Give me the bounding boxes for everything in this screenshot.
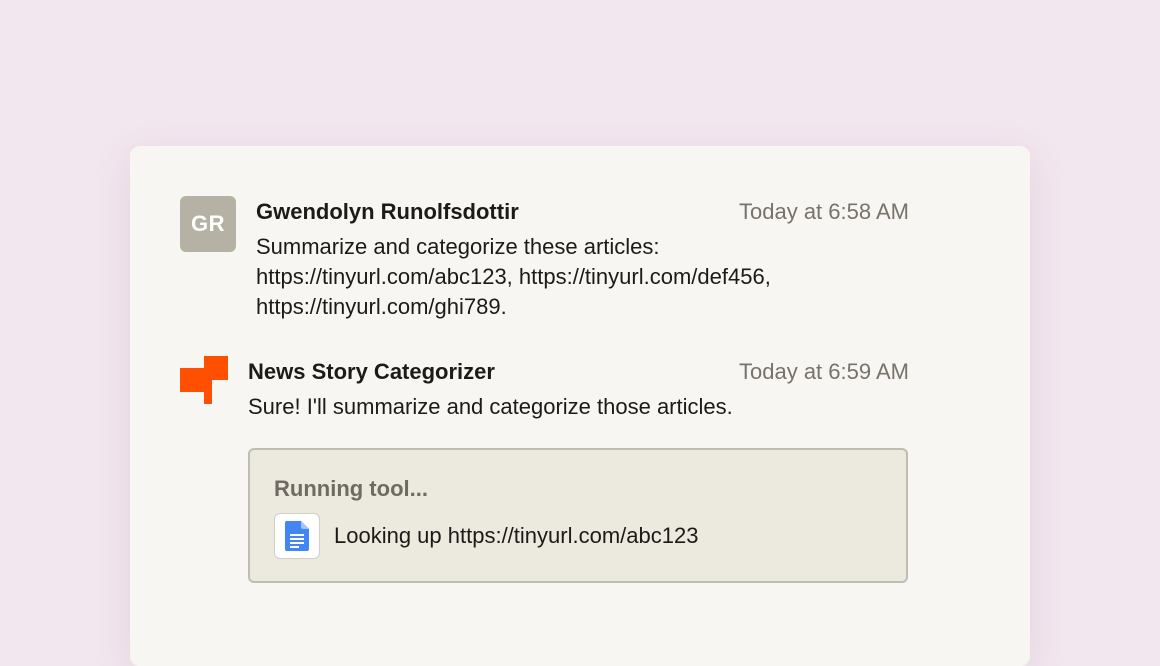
tool-action-row: Looking up https://tinyurl.com/abc123 bbox=[274, 512, 698, 560]
user-message-text: Summarize and categorize these articles:… bbox=[256, 234, 771, 319]
bot-message-header: News Story Categorizer Today at 6:59 AM bbox=[248, 356, 909, 388]
tool-status-title: Running tool... bbox=[274, 476, 428, 501]
chat-card: GR Gwendolyn Runolfsdottir Today at 6:58… bbox=[130, 146, 1030, 666]
user-message-time: Today at 6:58 AM bbox=[739, 199, 909, 224]
bot-message-time: Today at 6:59 AM bbox=[739, 359, 909, 384]
tool-action-text: Looking up https://tinyurl.com/abc123 bbox=[334, 523, 699, 548]
document-icon bbox=[285, 521, 309, 551]
bot-logo-icon bbox=[180, 356, 228, 404]
tool-status-box: Running tool... Looking up https://tinyu… bbox=[248, 448, 908, 583]
user-name: Gwendolyn Runolfsdottir bbox=[256, 199, 519, 224]
google-docs-icon bbox=[274, 513, 320, 559]
user-avatar: GR bbox=[180, 196, 236, 252]
user-message-header: Gwendolyn Runolfsdottir Today at 6:58 AM bbox=[256, 196, 909, 228]
bot-name: News Story Categorizer bbox=[248, 359, 495, 384]
bot-message-text: Sure! I'll summarize and categorize thos… bbox=[248, 394, 733, 419]
